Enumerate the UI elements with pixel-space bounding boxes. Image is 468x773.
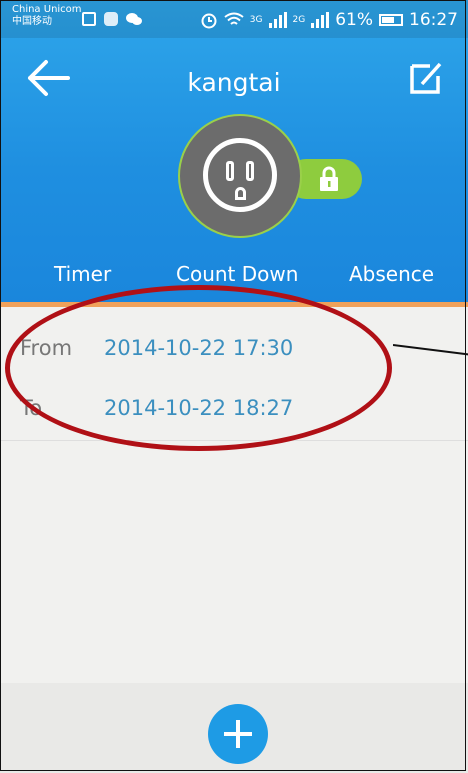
carrier-line1: China Unicom — [12, 4, 82, 15]
lock-icon — [320, 166, 338, 191]
annotation-ellipse — [5, 285, 392, 451]
outlet-face — [203, 138, 277, 212]
outlet-ground — [235, 187, 246, 200]
battery-percent: 61% — [335, 10, 373, 30]
outlet-slot-left — [226, 161, 234, 181]
wechat-icon — [126, 13, 142, 25]
battery-icon — [379, 14, 403, 26]
edit-icon[interactable] — [406, 58, 446, 98]
page-title: kangtai — [187, 68, 281, 97]
tab-count-down[interactable]: Count Down — [176, 262, 298, 286]
clock: 16:27 — [409, 10, 458, 30]
alarm-icon — [201, 13, 217, 29]
outlet-slot-right — [246, 161, 254, 181]
device-power-button[interactable] — [178, 114, 302, 238]
tab-absence[interactable]: Absence — [349, 262, 434, 286]
signal-icon-2 — [311, 12, 330, 28]
app-icon — [104, 12, 118, 26]
carrier-name: China Unicom 中国移动 — [12, 4, 82, 28]
tab-timer[interactable]: Timer — [54, 262, 111, 286]
network-type-2: 2G — [292, 15, 306, 25]
carrier-line2: 中国移动 — [12, 16, 52, 27]
wifi-icon — [224, 12, 244, 25]
annotation-pointer-line — [393, 344, 468, 356]
app-header: China Unicom 中国移动 3G 2G 61% 16:27 kangta… — [0, 0, 468, 307]
notification-icons — [82, 12, 142, 26]
add-button[interactable] — [208, 704, 268, 764]
power-outlet-icon — [178, 114, 302, 238]
signal-icon-1 — [268, 12, 287, 28]
gallery-icon — [82, 12, 96, 26]
network-type-1: 3G — [249, 15, 263, 25]
status-icons: 3G 2G 61% 16:27 — [200, 10, 458, 30]
status-bar: China Unicom 中国移动 3G 2G 61% 16:27 — [0, 0, 468, 38]
